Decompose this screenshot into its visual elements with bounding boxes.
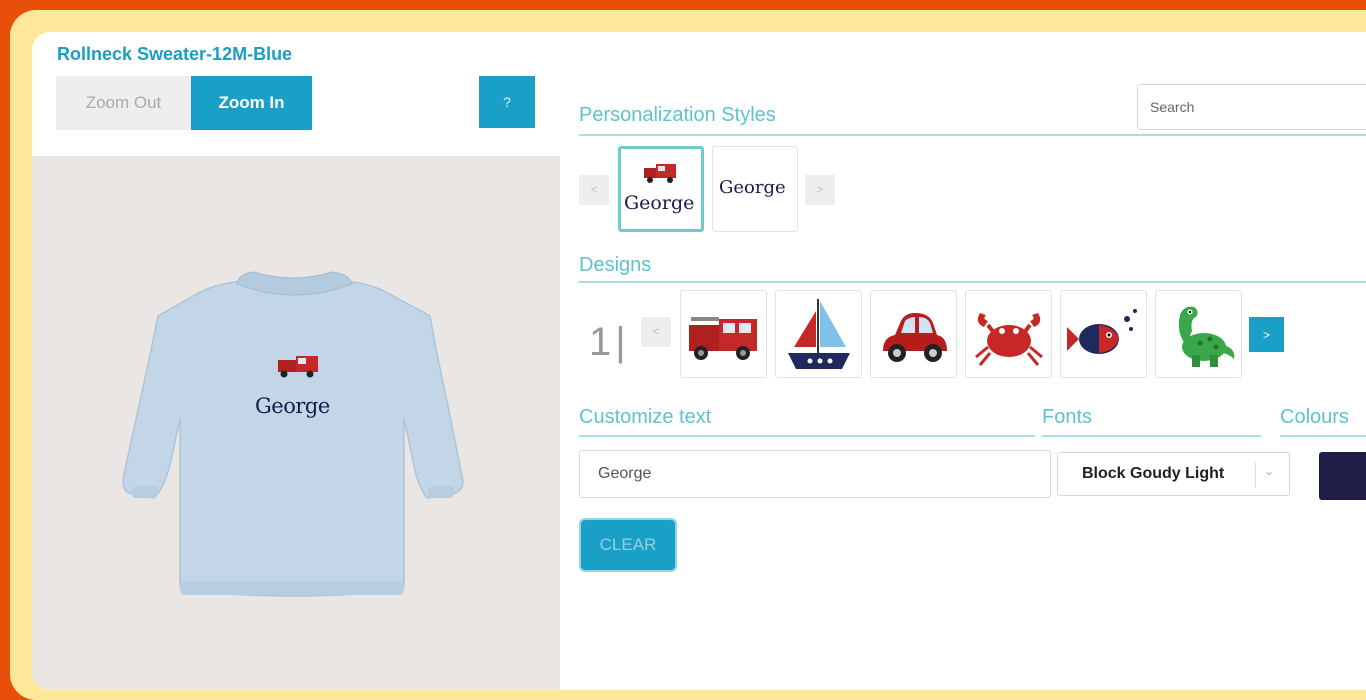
font-select[interactable]: Block Goudy Light ⌄ [1057,452,1290,496]
customizer-panel: Rollneck Sweater-12M-Blue Zoom Out Zoom … [32,32,1366,690]
font-select-value: Block Goudy Light [1082,465,1225,482]
customize-divider [579,435,1035,437]
style-option-text: George [719,177,786,198]
customize-text-label: Customize text [579,406,712,428]
zoom-in-button[interactable]: Zoom In [191,76,312,130]
fonts-label: Fonts [1042,406,1093,428]
sweater-body [122,279,464,597]
designs-next-icon[interactable]: > [1249,317,1284,352]
car-icon [883,313,947,362]
options-column: Personalization Styles < George George >… [579,32,1366,690]
fonts-divider [1042,435,1261,437]
preview-name-text: George [255,394,330,418]
designs-title: Designs [579,254,652,276]
designs-divider [579,281,1366,283]
left-cuff [132,486,158,498]
design-option-fish[interactable] [1060,290,1147,378]
dinosaur-icon [1178,306,1235,367]
colours-label: Colours [1280,406,1349,428]
design-option-fire-truck[interactable] [680,290,767,378]
font-select-divider [1255,462,1256,488]
design-option-dinosaur[interactable] [1155,290,1242,378]
search-input[interactable] [1137,84,1366,130]
design-option-crab[interactable] [965,290,1052,378]
fire-truck-icon [644,164,676,183]
design-option-sailboat[interactable] [775,290,862,378]
product-preview: George [32,156,560,690]
chevron-down-icon: ⌄ [1264,464,1275,478]
designs-prev-icon[interactable]: < [641,317,671,347]
zoom-out-button[interactable]: Zoom Out [56,76,191,130]
design-counter: 1| [589,320,630,364]
crab-icon [975,313,1043,366]
personalization-divider [579,134,1366,136]
colours-divider [1280,435,1366,437]
help-button[interactable]: ? [479,76,535,128]
sailboat-icon [788,299,850,369]
styles-next-icon[interactable]: > [805,175,835,205]
sweater-image [122,271,464,597]
product-title: Rollneck Sweater-12M-Blue [57,44,293,64]
styles-prev-icon[interactable]: < [579,175,609,205]
style-option-truck-name[interactable]: George [618,146,704,232]
sweater-hem [180,581,404,595]
custom-text-input[interactable] [579,450,1051,498]
personalization-styles-title: Personalization Styles [579,104,776,126]
fish-icon [1067,309,1137,354]
fire-truck-icon [689,317,757,360]
clear-button[interactable]: CLEAR [579,518,677,572]
style-option-name-only[interactable]: George [712,146,798,232]
colour-swatch[interactable] [1319,452,1366,500]
right-cuff [428,486,454,498]
style-option-text: George [624,192,695,214]
design-option-car[interactable] [870,290,957,378]
